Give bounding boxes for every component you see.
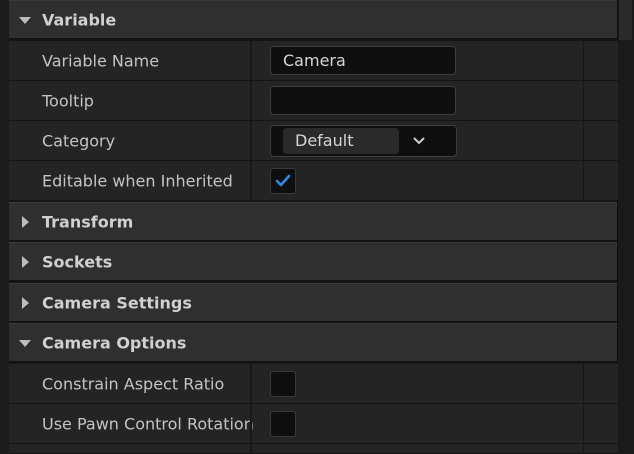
details-panel: Variable Variable Name Camera Tooltip Ca…: [0, 0, 634, 454]
use-pawn-control-rotation-checkbox[interactable]: [270, 411, 296, 437]
scrollbar[interactable]: [617, 0, 634, 454]
section-sockets-label: Sockets: [42, 252, 113, 271]
row-constrain-aspect-ratio: Constrain Aspect Ratio: [9, 364, 618, 404]
category-combo[interactable]: Default: [270, 125, 457, 157]
row-use-pawn-control-rotation: Use Pawn Control Rotation: [9, 404, 618, 444]
extra-column: [583, 81, 618, 120]
variable-name-label: Variable Name: [42, 51, 160, 70]
column-divider[interactable]: [250, 41, 252, 80]
category-label: Category: [42, 131, 116, 150]
variable-name-input[interactable]: Camera: [270, 46, 456, 75]
triangle-right-icon: [22, 215, 29, 228]
use-pawn-control-rotation-label: Use Pawn Control Rotation: [42, 414, 254, 433]
section-camera-settings[interactable]: Camera Settings: [9, 283, 617, 322]
section-variable[interactable]: Variable: [9, 0, 617, 39]
chevron-down-icon[interactable]: [412, 134, 426, 148]
column-divider[interactable]: [250, 364, 252, 403]
section-transform-label: Transform: [42, 212, 134, 231]
editable-when-inherited-checkbox[interactable]: [270, 168, 296, 194]
extra-column: [583, 444, 618, 453]
constrain-aspect-ratio-checkbox[interactable]: [270, 371, 296, 397]
triangle-right-icon: [22, 255, 29, 268]
tooltip-label: Tooltip: [42, 91, 94, 110]
section-camera-options[interactable]: Camera Options: [9, 323, 617, 362]
constrain-aspect-ratio-label: Constrain Aspect Ratio: [42, 374, 225, 393]
check-icon: [275, 174, 291, 187]
triangle-down-icon: [19, 339, 31, 347]
section-camera-options-label: Camera Options: [42, 333, 187, 352]
section-camera-settings-label: Camera Settings: [42, 293, 192, 312]
extra-column: [583, 121, 618, 160]
triangle-down-icon: [19, 16, 31, 24]
row-category: Category Default: [9, 121, 618, 161]
extra-column: [583, 364, 618, 403]
column-divider[interactable]: [250, 444, 252, 453]
row-tooltip: Tooltip: [9, 81, 618, 121]
scrollbar-thumb[interactable]: [619, 0, 632, 40]
section-sockets[interactable]: Sockets: [9, 242, 617, 281]
triangle-right-icon: [22, 296, 29, 309]
left-gutter: [0, 0, 9, 454]
tooltip-input[interactable]: [270, 86, 456, 115]
extra-column: [583, 404, 618, 443]
row-next-partial: [9, 444, 618, 454]
column-divider[interactable]: [250, 161, 252, 200]
column-divider[interactable]: [250, 121, 252, 160]
section-transform[interactable]: Transform: [9, 202, 617, 241]
row-variable-name: Variable Name Camera: [9, 41, 618, 81]
column-divider[interactable]: [250, 81, 252, 120]
extra-column: [583, 41, 618, 80]
row-editable-when-inherited: Editable when Inherited: [9, 161, 618, 201]
section-variable-label: Variable: [42, 10, 117, 29]
category-value[interactable]: Default: [283, 128, 399, 154]
editable-when-inherited-label: Editable when Inherited: [42, 171, 233, 190]
extra-column: [583, 161, 618, 200]
column-divider[interactable]: [250, 404, 252, 443]
